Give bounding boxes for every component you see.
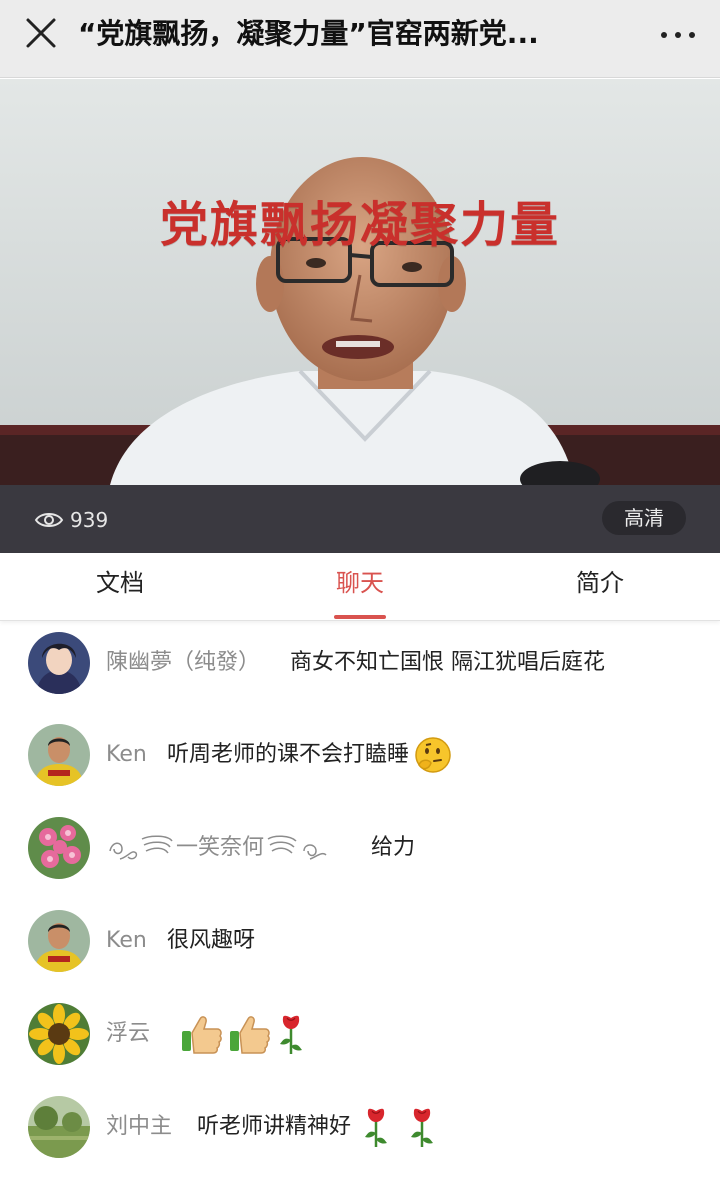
list-item: 浮云	[28, 1003, 708, 1065]
quality-button[interactable]: 高清	[602, 501, 686, 535]
pink-flowers-avatar-icon	[28, 817, 90, 879]
person-photo-avatar-icon	[28, 910, 90, 972]
close-button[interactable]	[18, 12, 64, 58]
more-dot-icon	[689, 32, 695, 38]
avatar[interactable]	[28, 817, 90, 879]
live-video-player[interactable]: 党旗飘扬凝聚力量	[0, 79, 720, 485]
close-icon	[26, 18, 56, 48]
tab-label: 简介	[576, 569, 624, 597]
chat-username: Ken	[106, 742, 147, 767]
tab-bar: 文档 聊天 简介	[0, 553, 720, 621]
chat-message-text: 很风趣呀	[167, 926, 255, 956]
chat-message-body: 听周老师的课不会打瞌睡	[167, 742, 410, 767]
anime-character-avatar-icon	[28, 632, 90, 694]
tab-label: 文档	[96, 569, 144, 597]
chat-username-text: 一笑奈何	[176, 835, 265, 860]
more-options-button[interactable]	[654, 16, 702, 54]
more-dot-icon	[675, 32, 681, 38]
rose-icon	[280, 1015, 302, 1054]
thumbs-up-icon	[230, 1016, 270, 1054]
tab-label: 聊天	[336, 569, 384, 597]
tab-chat[interactable]: 聊天	[240, 553, 480, 621]
list-item: 一笑奈何 给力	[28, 817, 708, 879]
video-control-bar: 939 高清	[0, 485, 720, 553]
avatar[interactable]	[28, 724, 90, 786]
avatar[interactable]	[28, 632, 90, 694]
avatar[interactable]	[28, 1003, 90, 1065]
chat-username: 刘中主	[106, 1114, 173, 1139]
page-title: “党旗飘扬，凝聚力量”官窑两新党...	[78, 17, 539, 50]
list-item: 陳幽夢（纯發） 商女不知亡国恨 隔江犹唱后庭花	[28, 632, 708, 694]
video-frame	[0, 79, 720, 485]
view-counter: 939	[34, 505, 108, 535]
avatar[interactable]	[28, 1096, 90, 1158]
list-item: Ken 听周老师的课不会打瞌睡	[28, 724, 708, 786]
chat-username: 一笑奈何	[106, 833, 330, 863]
thumbs-up-icon	[182, 1016, 222, 1054]
more-dot-icon	[661, 32, 667, 38]
view-count: 939	[70, 508, 109, 532]
avatar[interactable]	[28, 910, 90, 972]
chat-message-body: 给力	[371, 835, 416, 860]
sunflower-avatar-icon	[28, 1003, 90, 1065]
chat-username: 浮云	[106, 1021, 151, 1046]
tab-introduction[interactable]: 简介	[480, 553, 720, 621]
top-navigation-bar: “党旗飘扬，凝聚力量”官窑两新党...	[0, 0, 720, 78]
chat-message-text	[176, 1015, 306, 1054]
chat-list[interactable]: 陳幽夢（纯發） 商女不知亡国恨 隔江犹唱后庭花 Ken 听周老师的课不会打瞌睡	[0, 622, 720, 1184]
rose-icon	[365, 1108, 388, 1147]
active-tab-indicator	[334, 615, 386, 619]
chat-message-body: 很风趣呀	[167, 928, 256, 953]
landscape-photo-avatar-icon	[28, 1096, 90, 1158]
chat-message-text: 给力	[371, 833, 415, 863]
chat-message-text: 商女不知亡国恨 隔江犹唱后庭花	[290, 648, 605, 678]
decorative-swirl-icon	[267, 835, 327, 860]
decorative-swirl-icon	[109, 835, 173, 860]
chat-message-text: 听周老师的课不会打瞌睡	[167, 737, 453, 773]
rose-icon	[411, 1108, 434, 1147]
video-banner-text: 党旗飘扬凝聚力量	[159, 197, 560, 253]
chat-username: 陳幽夢（纯發）	[106, 650, 261, 675]
chat-message-body: 商女不知亡国恨 隔江犹唱后庭花	[290, 650, 605, 675]
chat-message-body: 听老师讲精神好	[197, 1114, 352, 1139]
list-item: 刘中主 听老师讲精神好	[28, 1096, 708, 1158]
person-photo-avatar-icon	[28, 724, 90, 786]
tab-documents[interactable]: 文档	[0, 553, 240, 621]
chat-username: Ken	[106, 928, 147, 953]
thinking-face-icon	[415, 737, 451, 773]
eye-icon	[34, 513, 64, 527]
list-item: Ken 很风趣呀	[28, 910, 708, 972]
chat-message-text: 听老师讲精神好	[197, 1108, 437, 1147]
